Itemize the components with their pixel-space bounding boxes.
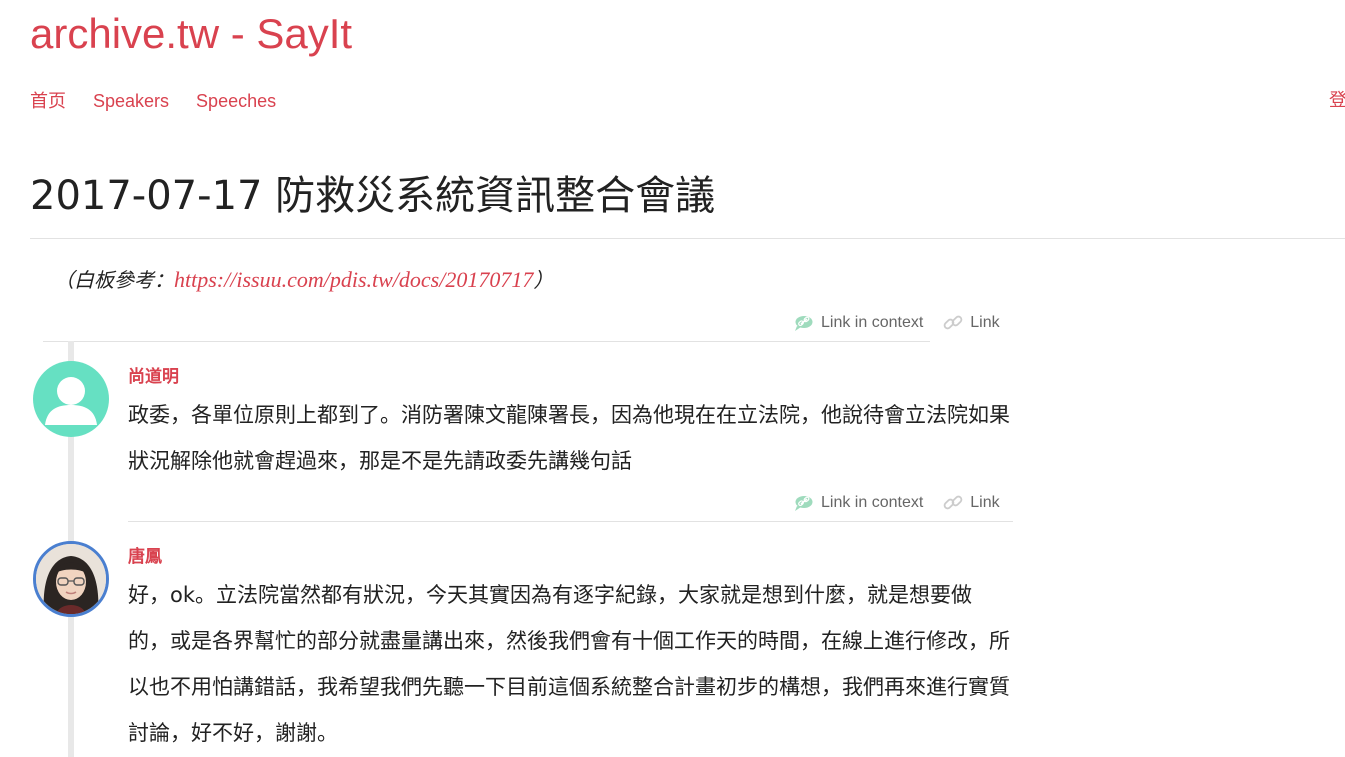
speech-divider [128,521,1013,522]
note-link-bar: Link in context Link [793,313,1000,333]
link-in-context[interactable]: Link in context [793,494,923,512]
note-suffix: ） [533,268,554,292]
speech-link-bar: Link in context Link [793,493,1000,513]
link-in-context-label: Link in context [821,494,924,511]
chain-link-icon [943,495,963,510]
chain-link-icon [943,315,963,330]
speaker-photo-avatar [36,544,106,614]
speech-text: 政委，各單位原則上都到了。消防署陳文龍陳署長，因為他現在在立法院，他說待會立法院… [128,403,1010,473]
note-prefix: （白板參考： [54,268,174,292]
link-in-context[interactable]: Link in context [793,314,923,332]
speech-bubble-link-icon [795,316,813,331]
site-title[interactable]: archive.tw - SayIt [30,10,352,58]
page-title: 2017-07-17 防救災系統資訊整合會議 [30,173,716,219]
whiteboard-link[interactable]: https://issuu.com/pdis.tw/docs/20170717 [174,267,533,292]
nav-item-speeches[interactable]: Speeches [196,90,276,112]
speaker-name[interactable]: 唐鳳 [128,546,162,568]
speaker-name[interactable]: 尚道明 [128,366,179,388]
main-nav: 首页 Speakers Speeches [30,90,276,112]
speaker-avatar[interactable] [33,541,109,617]
speech-text: 好，ok。立法院當然都有狀況，今天其實因為有逐字紀錄，大家就是想到什麼，就是想要… [128,583,1010,745]
nav-item-home[interactable]: 首页 [30,90,66,112]
title-divider [30,238,1345,239]
link-label: Link [970,314,1000,331]
permalink[interactable]: Link [943,493,1000,513]
link-label: Link [970,494,1000,511]
permalink[interactable]: Link [943,313,1000,333]
whiteboard-note: （白板參考：https://issuu.com/pdis.tw/docs/201… [54,264,553,296]
speaker-avatar[interactable] [33,361,109,437]
nav-item-speakers[interactable]: Speakers [93,90,169,112]
default-user-avatar-icon [45,377,97,425]
link-in-context-label: Link in context [821,314,924,331]
speech-bubble-link-icon [795,496,813,511]
section-divider [43,341,930,342]
login-link[interactable]: 登 [1329,90,1345,112]
